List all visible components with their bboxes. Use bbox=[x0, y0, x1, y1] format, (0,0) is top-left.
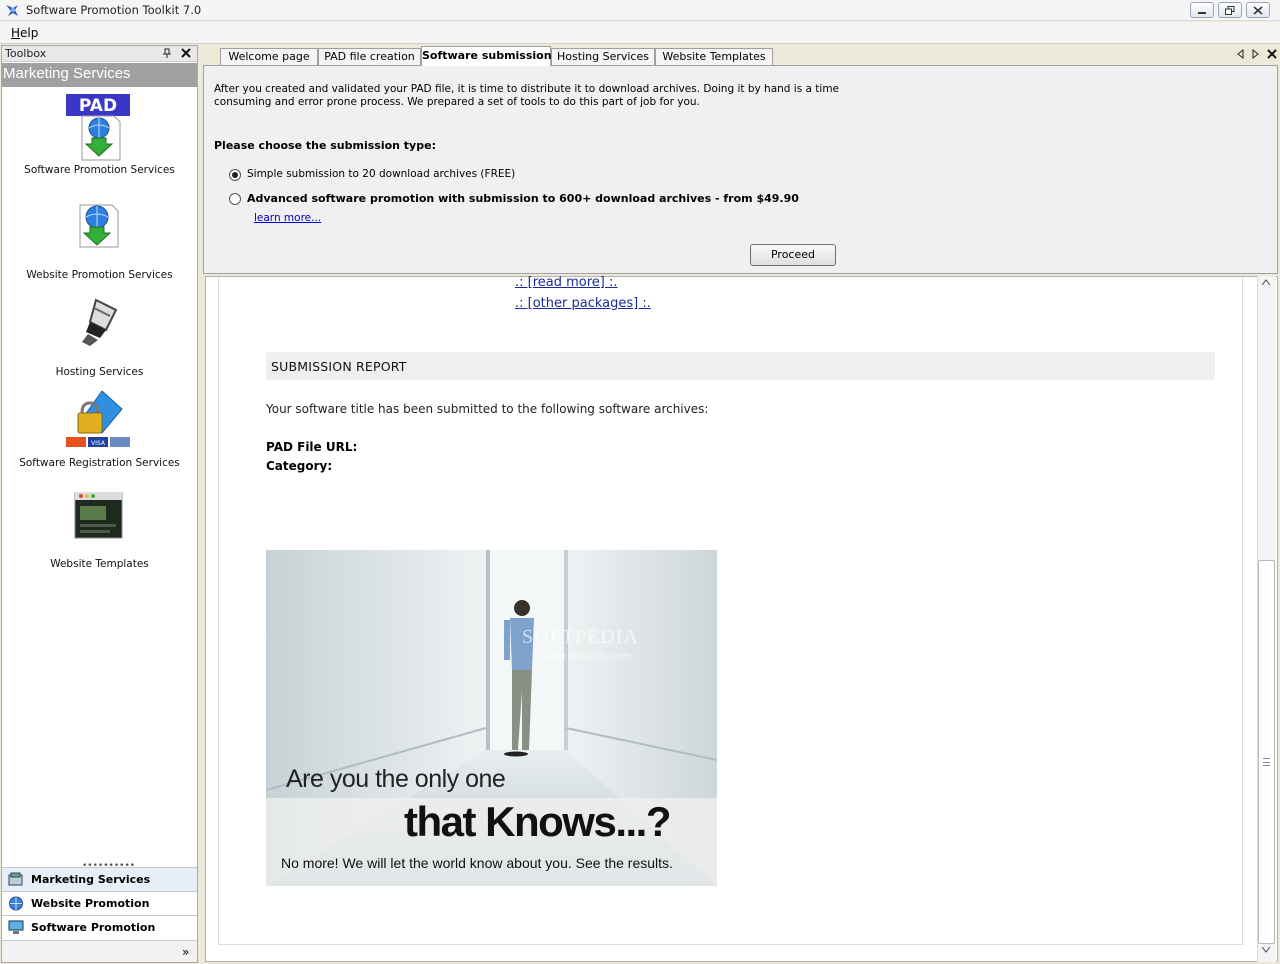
submission-panel: After you created and validated your PAD… bbox=[203, 65, 1278, 274]
tool-label: Website Templates bbox=[50, 558, 149, 570]
scroll-up-icon[interactable] bbox=[1262, 279, 1270, 285]
toolbox-category-title: Marketing Services bbox=[3, 65, 131, 82]
title-bar: Software Promotion Toolkit 7.0 bbox=[0, 0, 1280, 21]
toolbox-title: Toolbox bbox=[5, 47, 47, 60]
restore-button[interactable] bbox=[1218, 2, 1242, 18]
server-plug-icon bbox=[82, 298, 118, 346]
report-description: Your software title has been submitted t… bbox=[266, 402, 709, 416]
intro-text: After you created and validated your PAD… bbox=[214, 83, 840, 109]
banner-headline: Are you the only one bbox=[286, 765, 506, 793]
nav-label: Website Promotion bbox=[31, 897, 150, 910]
nav-website-promotion[interactable]: Website Promotion bbox=[2, 891, 197, 915]
learn-more-link[interactable]: learn more... bbox=[254, 212, 321, 224]
report-header: SUBMISSION REPORT bbox=[266, 352, 1215, 380]
tool-label: Website Promotion Services bbox=[26, 269, 173, 281]
scrollbar-thumb[interactable] bbox=[1258, 560, 1275, 944]
nav-more-button[interactable]: » bbox=[2, 940, 197, 962]
lock-cards-icon: VISA bbox=[66, 390, 130, 447]
pad-url-label: PAD File URL: bbox=[266, 440, 358, 454]
close-button[interactable] bbox=[1246, 2, 1270, 18]
tool-label: Hosting Services bbox=[55, 366, 144, 378]
computer-icon bbox=[8, 920, 24, 934]
tab-scroll-right-icon[interactable] bbox=[1251, 49, 1259, 59]
intro-line: consuming and error prone process. We pr… bbox=[214, 96, 700, 108]
minimize-button[interactable] bbox=[1190, 2, 1214, 18]
tool-item-registration[interactable]: VISA Software Registration Services bbox=[2, 389, 197, 485]
tool-label: Software Promotion Services bbox=[24, 164, 175, 176]
radio-simple-submission[interactable] bbox=[229, 169, 241, 181]
menu-help[interactable]: Help bbox=[11, 26, 38, 40]
submission-type-label: Please choose the submission type: bbox=[214, 139, 436, 152]
tool-item-website-templates[interactable]: Website Templates bbox=[2, 492, 197, 588]
tool-label: Software Registration Services bbox=[19, 457, 180, 469]
watermark-text: SOFTPEDIA bbox=[522, 626, 639, 648]
report-browser: .: [read more] :. .: [other packages] :.… bbox=[205, 275, 1278, 962]
toolbox-header: Toolbox bbox=[2, 46, 197, 62]
nav-label: Marketing Services bbox=[31, 873, 151, 886]
tab-scroll-left-icon[interactable] bbox=[1237, 49, 1245, 59]
promo-banner[interactable]: SOFTPEDIA www.softpedia.com Are you the … bbox=[266, 550, 717, 886]
tab-pad-file-creation[interactable]: PAD file creation bbox=[318, 48, 421, 65]
pad-download-icon: PAD bbox=[66, 94, 130, 161]
svg-text:VISA: VISA bbox=[91, 440, 106, 447]
nav-software-promotion[interactable]: Software Promotion bbox=[2, 915, 197, 939]
other-packages-link[interactable]: .: [other packages] :. bbox=[515, 296, 651, 311]
banner-tagline: that Knows...? bbox=[404, 798, 672, 845]
restore-icon bbox=[1225, 6, 1235, 15]
proceed-button[interactable]: Proceed bbox=[750, 244, 836, 266]
window-title: Software Promotion Toolkit 7.0 bbox=[26, 3, 202, 17]
app-icon bbox=[6, 5, 18, 16]
intro-line: After you created and validated your PAD… bbox=[214, 83, 840, 95]
banner-subtext: No more! We will let the world know abou… bbox=[281, 855, 673, 871]
tool-item-software-promotion[interactable]: PAD Software Promotion Services bbox=[2, 94, 197, 190]
toolbox-category-header[interactable]: Marketing Services bbox=[2, 63, 197, 87]
chevron-double-right-icon: » bbox=[182, 945, 190, 959]
toolbox-panel: Toolbox Marketing Services PAD Software … bbox=[1, 45, 198, 963]
svg-text:PAD: PAD bbox=[79, 96, 117, 116]
watermark-url: www.softpedia.com bbox=[544, 652, 632, 662]
read-more-link[interactable]: .: [read more] :. bbox=[515, 275, 618, 290]
scroll-down-icon[interactable] bbox=[1262, 947, 1270, 953]
tab-software-submission[interactable]: Software submission bbox=[421, 46, 552, 66]
advanced-promotion-label[interactable]: Advanced software promotion with submiss… bbox=[247, 192, 799, 205]
nav-label: Software Promotion bbox=[31, 921, 156, 934]
marketing-icon bbox=[8, 872, 23, 886]
close-icon bbox=[1253, 6, 1263, 15]
minimize-icon bbox=[1198, 12, 1206, 14]
category-label: Category: bbox=[266, 459, 333, 473]
globe-icon bbox=[9, 896, 23, 911]
nav-marketing-services[interactable]: Marketing Services bbox=[2, 867, 197, 891]
tab-website-templates[interactable]: Website Templates bbox=[655, 48, 773, 65]
report-title: SUBMISSION REPORT bbox=[271, 359, 407, 374]
tool-item-website-promotion[interactable]: Website Promotion Services bbox=[2, 199, 197, 295]
tab-hosting-services[interactable]: Hosting Services bbox=[551, 48, 655, 65]
simple-submission-label[interactable]: Simple submission to 20 download archive… bbox=[247, 168, 515, 180]
report-page: .: [read more] :. .: [other packages] :.… bbox=[218, 275, 1243, 945]
website-template-icon bbox=[74, 492, 123, 539]
tab-welcome-page[interactable]: Welcome page bbox=[220, 48, 318, 65]
tool-item-hosting[interactable]: Hosting Services bbox=[2, 296, 197, 392]
globe-download-icon bbox=[79, 204, 119, 248]
scrollbar-grip bbox=[1263, 758, 1270, 766]
toolbox-close-icon[interactable] bbox=[181, 48, 191, 58]
radio-advanced-promotion[interactable] bbox=[229, 193, 241, 205]
pin-icon[interactable] bbox=[162, 48, 172, 59]
tab-close-icon[interactable] bbox=[1267, 49, 1277, 59]
menu-bar: Help bbox=[0, 22, 1280, 44]
